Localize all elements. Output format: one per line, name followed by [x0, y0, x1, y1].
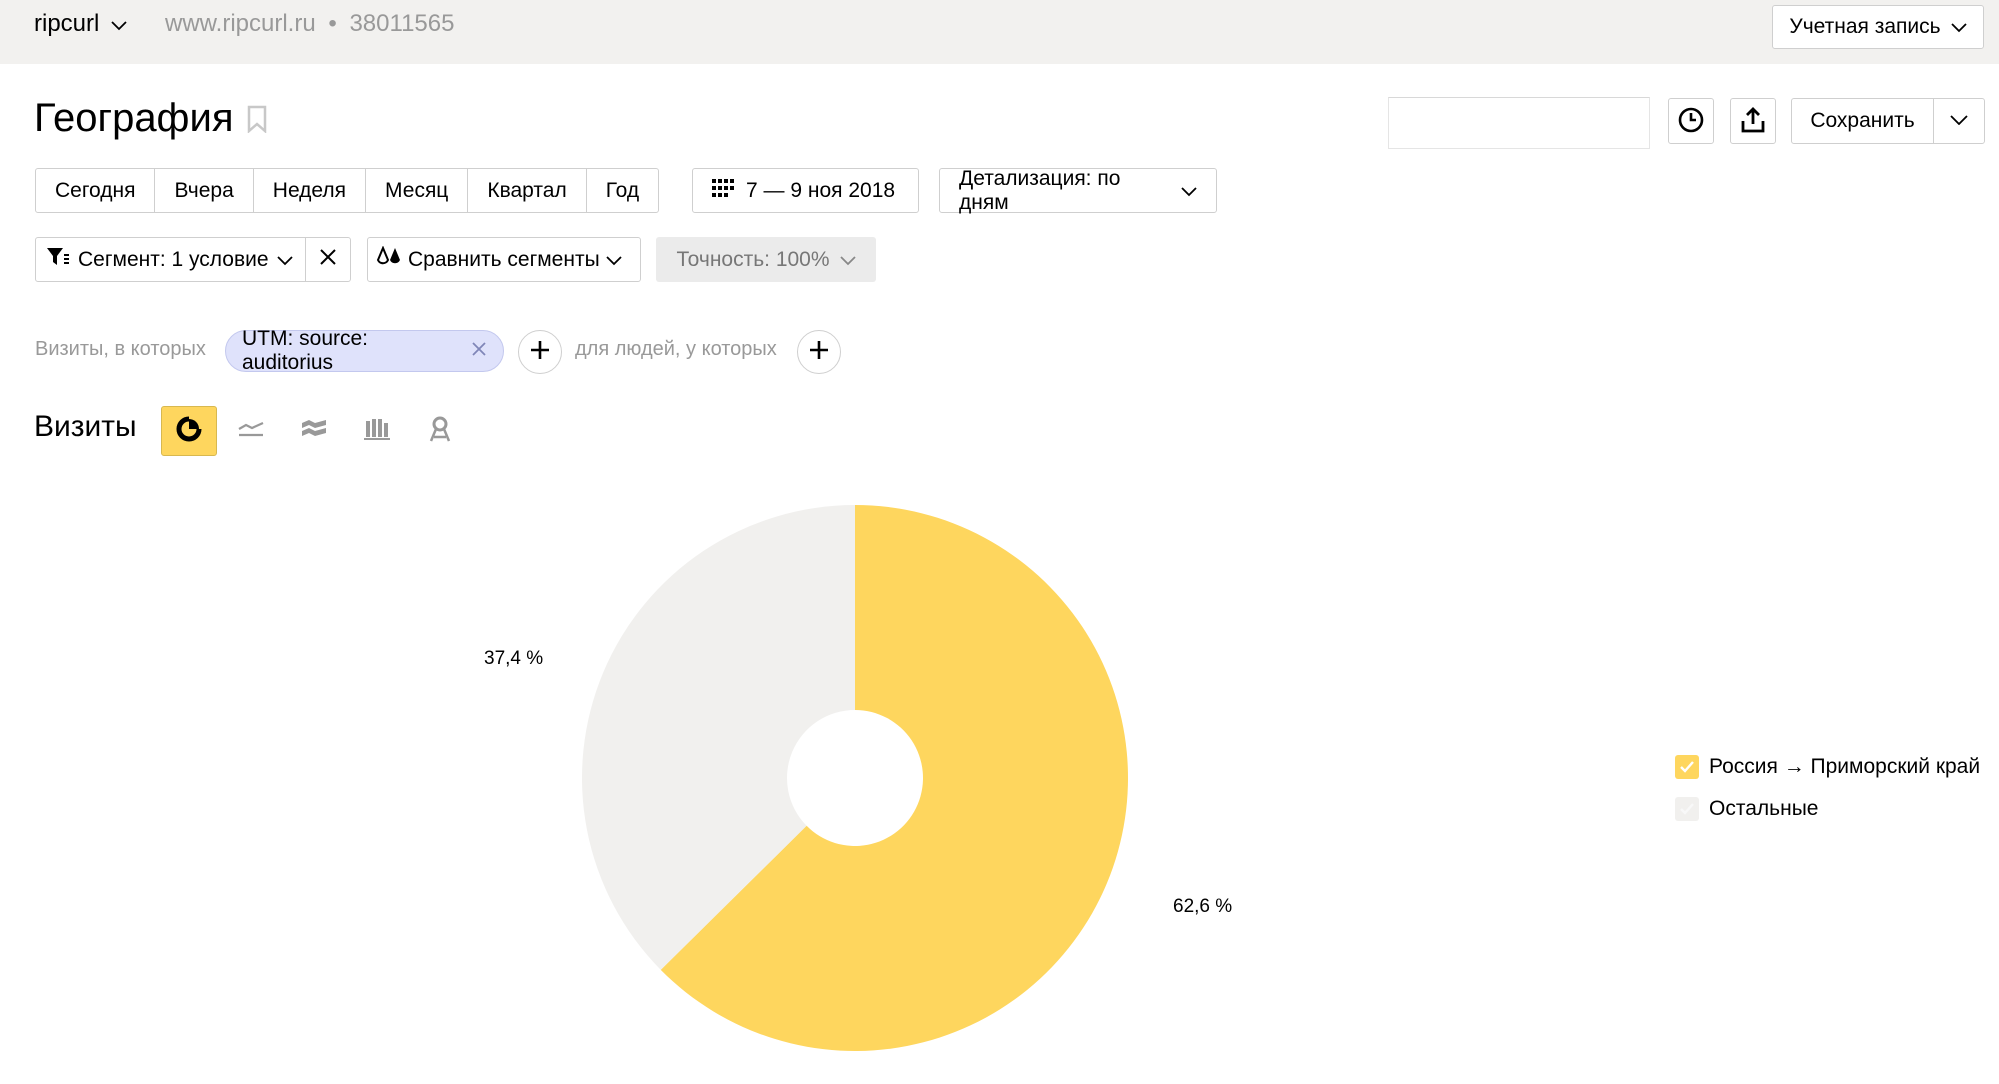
- chart-type-pie[interactable]: [161, 406, 217, 456]
- period-yesterday[interactable]: Вчера: [155, 169, 254, 212]
- legend-label: Россия → Приморский край: [1709, 755, 1981, 778]
- segment-group: Сегмент: 1 условие: [35, 237, 351, 282]
- checkbox-checked-icon[interactable]: [1675, 797, 1699, 821]
- chevron-down-icon: [276, 248, 293, 272]
- condition-tag-label: UTM: source: auditorius: [242, 327, 369, 374]
- account-label: Учетная запись: [1789, 15, 1941, 38]
- segment-label: Сегмент: 1 условие: [78, 247, 269, 271]
- chart-type-bar[interactable]: [349, 406, 405, 456]
- area-chart-icon: [300, 418, 328, 445]
- pie-chart: [581, 505, 1128, 1051]
- people-condition-label: для людей, у которых: [575, 338, 777, 360]
- page-title-row: География: [34, 96, 267, 141]
- map-icon: [428, 415, 452, 448]
- chevron-down-icon: [1950, 15, 1967, 39]
- date-range-button[interactable]: 7 — 9 ноя 2018: [692, 168, 919, 213]
- close-icon[interactable]: [471, 339, 487, 363]
- compare-icon: [376, 244, 402, 274]
- chevron-down-icon: [111, 10, 127, 38]
- save-button[interactable]: Сохранить: [1792, 99, 1934, 143]
- counter-id: 38011565: [349, 10, 455, 37]
- legend-label: Остальные: [1709, 797, 1819, 820]
- page-title: География: [34, 96, 234, 140]
- visits-condition-label: Визиты, в которых: [35, 338, 206, 360]
- save-label: Сохранить: [1810, 109, 1915, 132]
- add-visit-condition-button[interactable]: [518, 330, 562, 374]
- separator: •: [328, 10, 337, 37]
- bar-chart-icon: [364, 417, 390, 446]
- line-chart-icon: [237, 419, 265, 444]
- chevron-down-icon: [839, 248, 856, 272]
- plus-icon: [808, 339, 830, 366]
- pie-label-others: 37,4 %: [484, 648, 544, 669]
- checkbox-checked-icon[interactable]: [1675, 755, 1699, 779]
- chart-type-map[interactable]: [412, 406, 468, 456]
- chevron-down-icon: [606, 248, 622, 272]
- pie-chart-icon: [175, 415, 203, 448]
- detail-dropdown[interactable]: Детализация: по дням: [939, 166, 1217, 214]
- site-url: www.ripcurl.ru: [165, 10, 316, 37]
- segment-dropdown[interactable]: Сегмент: 1 условие: [36, 238, 306, 281]
- counter-name: ripcurl: [34, 10, 100, 37]
- chevron-down-icon: [1950, 112, 1968, 130]
- period-month[interactable]: Месяц: [366, 169, 469, 212]
- compare-label: Сравнить сегменты: [408, 247, 600, 271]
- segment-clear-button[interactable]: [306, 238, 350, 281]
- save-group: Сохранить: [1791, 98, 1985, 144]
- export-button[interactable]: [1730, 98, 1776, 144]
- chart-legend: Россия → Приморский край Остальные: [1675, 746, 1980, 830]
- period-quarter[interactable]: Квартал: [468, 169, 587, 212]
- accuracy-dropdown[interactable]: Точность: 100%: [656, 237, 876, 282]
- account-button[interactable]: Учетная запись: [1772, 5, 1984, 49]
- upload-icon: [1739, 106, 1767, 137]
- condition-tag[interactable]: UTM: source: auditorius: [225, 327, 504, 374]
- site-info: www.ripcurl.ru • 38011565: [165, 10, 454, 38]
- compare-segments-dropdown[interactable]: Сравнить сегменты: [367, 237, 641, 282]
- chart-type-area[interactable]: [286, 406, 342, 456]
- close-icon: [319, 248, 337, 271]
- legend-item-primorsky[interactable]: Россия → Приморский край: [1675, 746, 1980, 788]
- clock-icon: [1677, 106, 1705, 137]
- period-year[interactable]: Год: [587, 169, 658, 212]
- report-search-input[interactable]: [1388, 97, 1650, 149]
- plus-icon: [529, 339, 551, 366]
- bookmark-icon[interactable]: [247, 105, 267, 133]
- save-options-button[interactable]: [1934, 99, 1984, 143]
- legend-item-others[interactable]: Остальные: [1675, 788, 1980, 830]
- detail-label: Детализация: по дням: [959, 166, 1121, 214]
- accuracy-label: Точность: 100%: [676, 247, 830, 271]
- history-button[interactable]: [1668, 98, 1714, 144]
- period-today[interactable]: Сегодня: [36, 169, 156, 212]
- pie-label-primorsky: 62,6 %: [1173, 896, 1233, 917]
- period-selector: Сегодня Вчера Неделя Месяц Квартал Год: [35, 168, 660, 213]
- add-people-condition-button[interactable]: [797, 330, 841, 374]
- calendar-icon: [712, 178, 736, 203]
- period-week[interactable]: Неделя: [254, 169, 367, 212]
- date-range-label: 7 — 9 ноя 2018: [746, 178, 896, 202]
- chart-type-line[interactable]: [223, 406, 279, 456]
- chart-title: Визиты: [34, 410, 137, 443]
- counter-selector[interactable]: ripcurl: [34, 10, 127, 38]
- chevron-down-icon: [1181, 179, 1197, 203]
- pie-chart-svg: [581, 505, 1128, 1051]
- filter-icon: [46, 247, 70, 273]
- top-bar: ripcurl www.ripcurl.ru • 38011565 Учетна…: [0, 0, 1999, 64]
